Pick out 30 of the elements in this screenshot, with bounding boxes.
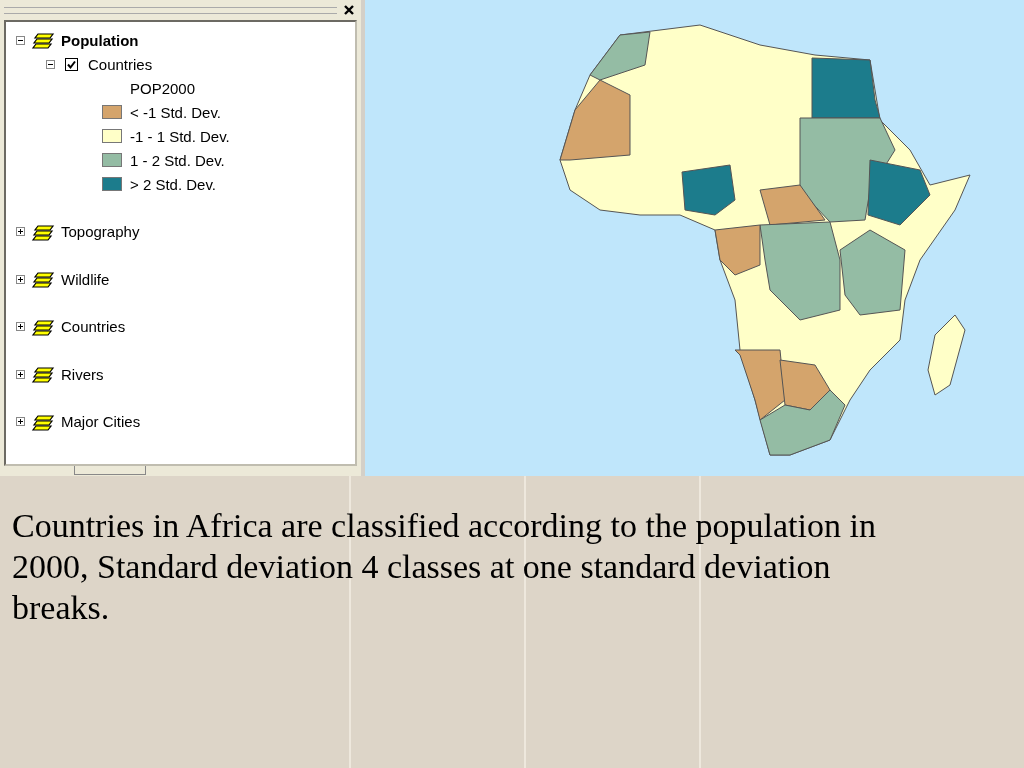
panel-tab[interactable]: [74, 466, 146, 475]
expand-icon[interactable]: [16, 274, 25, 284]
legend-label: > 2 Std. Dev.: [130, 175, 216, 193]
layers-icon: [31, 31, 55, 49]
expand-icon[interactable]: [16, 369, 25, 379]
collapse-icon[interactable]: [46, 59, 55, 69]
layer-group-name[interactable]: Population: [61, 31, 139, 49]
layer-group-name[interactable]: Countries: [61, 318, 126, 335]
close-icon[interactable]: [343, 4, 355, 16]
checkbox[interactable]: [65, 57, 78, 71]
collapse-icon[interactable]: [16, 35, 25, 45]
caption-text: Countries in Africa are classified according to the population in 2000, Standard deviation 4 classes at one standard deviation breaks.: [11, 506, 877, 628]
layers-icon: [31, 412, 55, 431]
layers-icon: [31, 222, 55, 241]
legend-label: < -1 Std. Dev.: [130, 103, 221, 121]
legend-label: -1 - 1 Std. Dev.: [130, 127, 230, 145]
field-name: POP2000: [130, 79, 196, 97]
layer-group-name[interactable]: Wildlife: [61, 270, 110, 288]
layers-icon: [31, 270, 55, 288]
panel-grip[interactable]: [4, 6, 337, 14]
expand-icon[interactable]: [16, 417, 25, 426]
layer-group-name[interactable]: Major Cities: [61, 413, 141, 430]
layers-icon: [31, 317, 55, 336]
layer-group-name[interactable]: Topography: [61, 223, 140, 240]
expand-icon[interactable]: [16, 322, 25, 331]
expand-icon[interactable]: [16, 227, 25, 236]
legend-label: 1 - 2 Std. Dev.: [130, 151, 225, 169]
layer-group-name[interactable]: Rivers: [61, 365, 104, 383]
layer-name[interactable]: Countries: [88, 55, 153, 73]
layers-icon: [31, 365, 55, 383]
